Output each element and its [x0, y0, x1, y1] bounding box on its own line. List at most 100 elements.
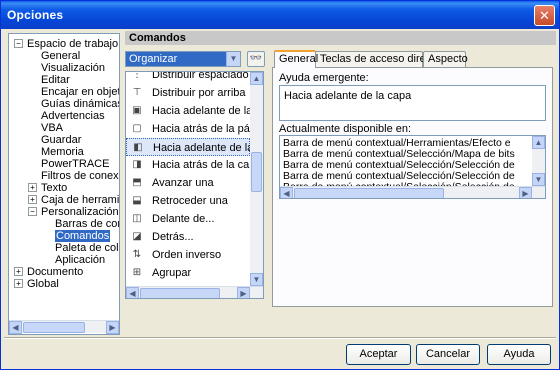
scroll-thumb[interactable] — [294, 188, 444, 198]
scroll-up-icon[interactable]: ▲ — [532, 136, 545, 149]
scroll-left-icon[interactable]: ◀ — [126, 287, 139, 298]
divider — [4, 337, 556, 339]
forward-one-icon: ⬒ — [132, 177, 142, 188]
find-binoculars-icon[interactable]: 👓 — [247, 51, 265, 67]
scroll-thumb[interactable] — [23, 322, 85, 333]
command-list: ⋮ Distribuir espaciado vert ⊤ Distribuir p… — [126, 72, 250, 286]
list-item[interactable]: ▢ Hacia atrás de la página — [126, 120, 250, 138]
tab-appearance[interactable]: Aspecto — [423, 51, 468, 67]
tree-item-documento[interactable]: + Documento — [14, 266, 114, 278]
list-item[interactable]: ◪ Detrás... — [126, 228, 250, 246]
scroll-right-icon[interactable]: ▶ — [106, 321, 119, 334]
tree-item-label: Filtros de conexión — [41, 170, 119, 182]
back-one-icon: ⬓ — [132, 195, 142, 206]
list-item-label: Hacia adelante de la cap — [153, 142, 250, 154]
tab-shortcuts[interactable]: Teclas de acceso directo — [315, 51, 440, 67]
chevron-down-icon[interactable]: ▼ — [226, 52, 240, 66]
scroll-up-icon[interactable]: ▲ — [250, 72, 263, 85]
reverse-order-icon: ⇅ — [132, 249, 142, 260]
tree-item-label: Global — [27, 278, 59, 290]
scroll-thumb[interactable] — [140, 288, 220, 298]
options-dialog: Opciones ✕ − Espacio de trabajo General … — [0, 0, 560, 370]
tree-item-personalizacion[interactable]: − Personalización — [28, 206, 119, 218]
command-list-panel: ⋮ Distribuir espaciado vert ⊤ Distribuir p… — [125, 71, 264, 299]
to-front-layer-icon: ◧ — [133, 142, 143, 153]
collapse-icon[interactable]: − — [14, 39, 23, 48]
behind-icon: ◪ — [132, 231, 142, 242]
list-item-label: Avanzar una — [152, 177, 214, 189]
page-title: Comandos — [125, 31, 556, 45]
tab-general[interactable]: General — [274, 50, 318, 68]
tree-item-label: Guías dinámicas — [41, 98, 119, 110]
tree-item-texto[interactable]: + Texto — [28, 182, 118, 194]
tree-item-label: General — [41, 50, 81, 62]
tree-item-label: Documento — [27, 266, 84, 278]
tooltip-textarea[interactable]: Hacia adelante de la capa — [279, 85, 546, 121]
distribute-vertical-icon: ⋮ — [132, 72, 142, 80]
expand-icon[interactable]: + — [14, 267, 23, 276]
list-item-selected[interactable]: ◧ Hacia adelante de la cap — [126, 138, 250, 156]
cancel-button[interactable]: Cancelar — [416, 344, 480, 365]
tree-item-label: Editar — [41, 74, 70, 86]
list-item-label: Distribuir espaciado vert — [152, 72, 250, 81]
tree-item-espacio-de-trabajo[interactable]: − Espacio de trabajo — [14, 38, 118, 50]
scroll-down-icon[interactable]: ▼ — [532, 173, 545, 186]
list-item[interactable]: Barra de menú contextual/Herramientas/Ef… — [283, 138, 529, 149]
list-item[interactable]: ⇅ Orden inverso — [126, 246, 250, 264]
list-item[interactable]: Barra de menú contextual/Selección/Selec… — [283, 171, 529, 182]
available-label: Actualmente disponible en: — [279, 123, 412, 135]
list-item-label: Distribuir por arriba — [152, 87, 246, 99]
available-list[interactable]: Barra de menú contextual/Herramientas/Ef… — [279, 135, 546, 199]
list-item[interactable]: ⊞ Agrupar — [126, 264, 250, 282]
available-vscrollbar[interactable]: ▲ ▼ — [532, 136, 545, 186]
in-front-of-icon: ◫ — [132, 213, 142, 224]
title-bar: Opciones ✕ — [1, 1, 559, 29]
list-item[interactable]: ◫ Delante de... — [126, 210, 250, 228]
list-item[interactable]: ⬓ Retroceder una — [126, 192, 250, 210]
tree-item-global[interactable]: + Global — [14, 278, 114, 290]
list-item[interactable]: ◨ Hacia atrás de la capa — [126, 156, 250, 174]
scroll-thumb[interactable] — [251, 152, 262, 192]
expand-icon[interactable]: + — [28, 195, 37, 204]
to-front-page-icon: ▣ — [132, 105, 142, 116]
list-item[interactable]: ⋮ Distribuir espaciado vert — [126, 72, 250, 84]
tooltip-label: Ayuda emergente: — [279, 72, 369, 84]
scroll-down-icon[interactable]: ▼ — [250, 273, 263, 286]
tree-item-label: Paleta de colore — [55, 242, 119, 254]
ok-button[interactable]: Aceptar — [346, 344, 411, 365]
category-select[interactable]: Organizar ▼ — [125, 51, 241, 67]
list-item-label: Orden inverso — [152, 249, 222, 261]
tree-item-label: Memoria — [41, 146, 84, 158]
scroll-left-icon[interactable]: ◀ — [280, 187, 293, 198]
expand-icon[interactable]: + — [14, 279, 23, 288]
category-select-value: Organizar — [129, 53, 178, 65]
collapse-icon[interactable]: − — [28, 207, 37, 216]
scroll-left-icon[interactable]: ◀ — [9, 321, 22, 334]
to-back-page-icon: ▢ — [132, 123, 142, 134]
list-item[interactable]: Barra de menú contextual/Selección/Selec… — [283, 160, 529, 171]
tree-item-label: Texto — [41, 182, 68, 194]
scroll-right-icon[interactable]: ▶ — [519, 187, 532, 198]
list-item[interactable]: ⬒ Avanzar una — [126, 174, 250, 192]
available-hscrollbar[interactable]: ◀ ▶ — [280, 186, 545, 198]
list-item[interactable]: Barra de menú contextual/Selección/Mapa … — [283, 149, 529, 160]
command-hscrollbar[interactable]: ◀ ▶ — [126, 286, 263, 298]
close-icon[interactable]: ✕ — [534, 5, 555, 26]
tree-item-label: Barras de coma — [55, 218, 119, 230]
window-title: Opciones — [7, 8, 64, 22]
list-item-label: Agrupar — [152, 267, 192, 279]
list-item[interactable]: ▣ Hacia adelante de la pág — [126, 102, 250, 120]
scroll-right-icon[interactable]: ▶ — [237, 287, 250, 298]
help-button[interactable]: Ayuda — [487, 344, 551, 365]
tree-item-caja[interactable]: + Caja de herramient — [28, 194, 119, 206]
list-item[interactable]: ⊤ Distribuir por arriba — [126, 84, 250, 102]
expand-icon[interactable]: + — [28, 183, 37, 192]
tree-item-label: Guardar — [41, 134, 82, 146]
options-tree: − Espacio de trabajo General Visualizaci… — [8, 33, 120, 335]
tree-item-label: Visualización — [41, 62, 106, 74]
tooltip-value: Hacia adelante de la capa — [284, 90, 412, 102]
tree-item-label: Comandos — [55, 230, 111, 242]
tree-hscrollbar[interactable]: ◀ ▶ — [9, 320, 119, 334]
group-icon: ⊞ — [132, 267, 142, 278]
command-vscrollbar[interactable]: ▲ ▼ — [250, 72, 263, 286]
